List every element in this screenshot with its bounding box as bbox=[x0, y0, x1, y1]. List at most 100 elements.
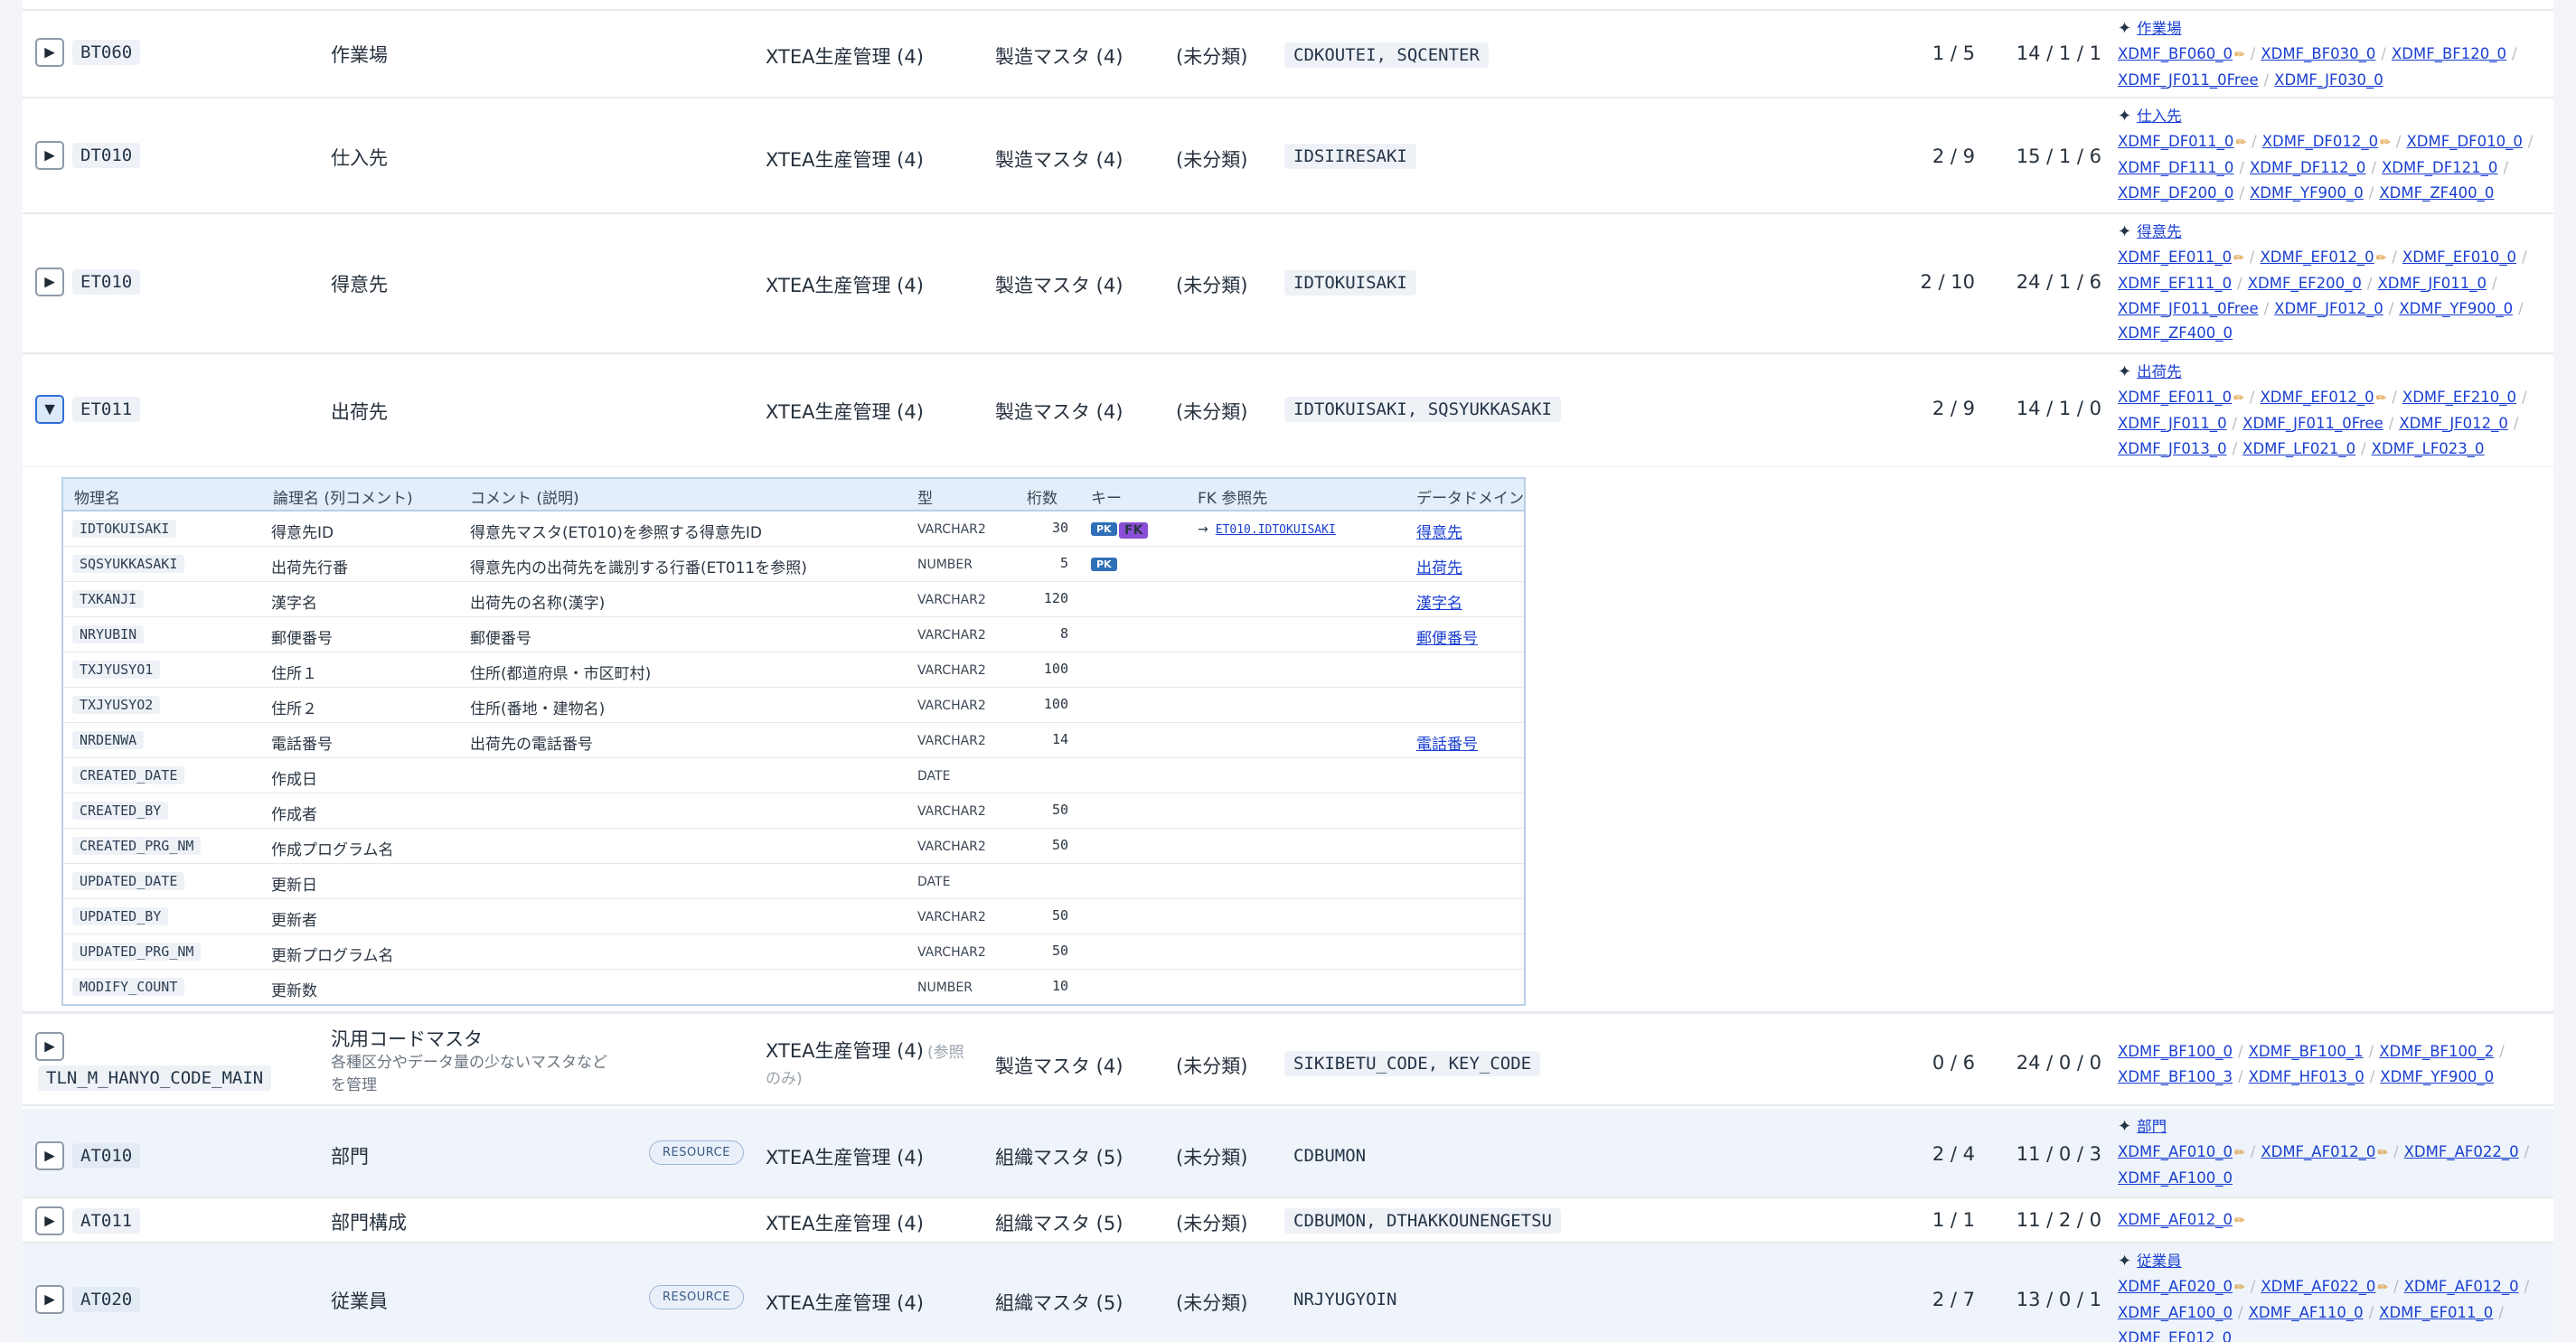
classification: (未分類) bbox=[1176, 1292, 1248, 1314]
program-link[interactable]: XDMF_DF121_0 bbox=[2382, 159, 2497, 176]
program-link[interactable]: XDMF_YF900_0 bbox=[2380, 1068, 2494, 1085]
program-link[interactable]: XDMF_JF011_0 bbox=[2118, 415, 2227, 432]
table-description: 各種区分やデータ量の少ないマスタなど bbox=[331, 1054, 607, 1072]
program-link[interactable]: XDMF_BF060_0 bbox=[2118, 45, 2233, 62]
table-row[interactable]: ▶ ET010 得意先 XTEA生産管理 (4) 製造マスタ (4) (未分類)… bbox=[23, 214, 2553, 354]
pk-badge: PK bbox=[1091, 522, 1117, 536]
program-link[interactable]: XDMF_LF021_0 bbox=[2242, 440, 2355, 457]
table-code[interactable]: ET011 bbox=[72, 397, 141, 422]
domain-link[interactable]: 得意先 bbox=[1416, 520, 1462, 542]
table-code[interactable]: AT010 bbox=[72, 1143, 141, 1168]
program-link[interactable]: XDMF_JF011_0Free bbox=[2118, 300, 2259, 317]
expand-button[interactable]: ▶ bbox=[35, 1206, 64, 1235]
length: 10 bbox=[1051, 978, 1068, 994]
title-link[interactable]: 作業場 bbox=[2137, 20, 2182, 37]
program-link[interactable]: XDMF_JF013_0 bbox=[2118, 440, 2227, 457]
program-link[interactable]: XDMF_AF012_0 bbox=[2118, 1211, 2233, 1228]
program-link[interactable]: XDMF_EF011_0 bbox=[2379, 1304, 2493, 1321]
program-link[interactable]: XDMF_AF012_0 bbox=[2404, 1278, 2519, 1295]
program-link[interactable]: XDMF_BF120_0 bbox=[2392, 45, 2506, 62]
column-row: UPDATED_BY 更新者 VARCHAR2 50 bbox=[63, 899, 1524, 934]
table-code[interactable]: TLN_M_HANYO_CODE_MAIN bbox=[38, 1065, 272, 1091]
program-link[interactable]: XDMF_BF100_2 bbox=[2379, 1043, 2494, 1060]
program-link[interactable]: XDMF_AF010_0 bbox=[2118, 1143, 2233, 1160]
program-link[interactable]: XDMF_EF010_0 bbox=[2402, 249, 2516, 266]
program-link[interactable]: XDMF_DF011_0 bbox=[2118, 133, 2233, 150]
table-code[interactable]: BT060 bbox=[72, 40, 141, 65]
program-link[interactable]: XDMF_JF012_0 bbox=[2399, 415, 2508, 432]
program-link[interactable]: XDMF_BF030_0 bbox=[2261, 45, 2375, 62]
play-triangle-icon: ▶ bbox=[44, 1212, 55, 1229]
program-link[interactable]: XDMF_HF013_0 bbox=[2249, 1068, 2364, 1085]
table-code[interactable]: ET010 bbox=[72, 269, 141, 295]
table-row[interactable]: ▶ AT011 部門構成 XTEA生産管理 (4) 組織マスタ (5) (未分類… bbox=[23, 1198, 2553, 1243]
expand-button[interactable]: ▶ bbox=[35, 38, 64, 67]
program-link[interactable]: XDMF_DF012_0 bbox=[2262, 133, 2378, 150]
primary-keys: NRJYUGYOIN bbox=[1293, 1290, 1397, 1309]
program-link[interactable]: XDMF_EF012_0 bbox=[2260, 389, 2374, 406]
data-type: VARCHAR2 bbox=[917, 628, 986, 643]
table-row[interactable]: ▶ BT060 作業場 XTEA生産管理 (4) 製造マスタ (4) (未分類)… bbox=[23, 11, 2553, 99]
length: 14 bbox=[1051, 731, 1068, 747]
program-link[interactable]: XDMF_EF012_0 bbox=[2260, 249, 2374, 266]
category-name: 組織マスタ (5) bbox=[995, 1147, 1123, 1168]
program-link[interactable]: XDMF_AF020_0 bbox=[2118, 1278, 2233, 1295]
program-link[interactable]: XDMF_JF012_0 bbox=[2274, 300, 2383, 317]
table-row[interactable]: ▶ TLN_M_HANYO_CODE_MAIN 汎用コードマスタ 各種区分やデー… bbox=[23, 1011, 2553, 1106]
program-link[interactable]: XDMF_AF012_0 bbox=[2261, 1143, 2375, 1160]
header-logical: 論理名 (列コメント) bbox=[273, 490, 413, 508]
program-link[interactable]: XDMF_BF100_1 bbox=[2249, 1043, 2364, 1060]
program-link[interactable]: XDMF_ZF400_0 bbox=[2379, 184, 2494, 202]
domain-link[interactable]: 出荷先 bbox=[1416, 555, 1462, 577]
expand-button[interactable]: ▶ bbox=[35, 1285, 64, 1314]
title-link[interactable]: 得意先 bbox=[2137, 223, 2182, 240]
program-link[interactable]: XDMF_JF011_0 bbox=[2377, 275, 2487, 292]
program-link[interactable]: XDMF_AF022_0 bbox=[2404, 1143, 2519, 1160]
fk-link[interactable]: ET010.IDTOKUISAKI bbox=[1216, 523, 1336, 537]
title-link[interactable]: 部門 bbox=[2137, 1118, 2167, 1135]
program-link[interactable]: XDMF_DF010_0 bbox=[2406, 133, 2522, 150]
expand-button[interactable]: ▶ bbox=[35, 267, 64, 296]
expand-button[interactable]: ▶ bbox=[35, 1141, 64, 1170]
program-link[interactable]: XDMF_EF111_0 bbox=[2118, 275, 2232, 292]
expand-button[interactable]: ▶ bbox=[35, 1032, 64, 1061]
table-row[interactable]: ▶ AT010 部門 RESOURCE XTEA生産管理 (4) 組織マスタ (… bbox=[23, 1109, 2553, 1198]
program-link[interactable]: XDMF_DF111_0 bbox=[2118, 159, 2233, 176]
program-link[interactable]: XDMF_JF011_0Free bbox=[2242, 415, 2383, 432]
program-link[interactable]: XDMF_AF100_0 bbox=[2118, 1169, 2233, 1187]
domain-link[interactable]: 漢字名 bbox=[1416, 590, 1462, 613]
domain-link[interactable]: 郵便番号 bbox=[1416, 625, 1478, 648]
title-link[interactable]: 従業員 bbox=[2137, 1253, 2182, 1270]
program-link[interactable]: XDMF_EF200_0 bbox=[2248, 275, 2362, 292]
program-link[interactable]: XDMF_YF900_0 bbox=[2250, 184, 2364, 202]
program-link[interactable]: XDMF_AF022_0 bbox=[2261, 1278, 2375, 1295]
program-link[interactable]: XDMF_LF023_0 bbox=[2372, 440, 2485, 457]
program-link[interactable]: XDMF_AF100_0 bbox=[2118, 1304, 2233, 1321]
program-link[interactable]: XDMF_BF100_0 bbox=[2118, 1043, 2233, 1060]
program-link[interactable]: XDMF_EF011_0 bbox=[2118, 249, 2232, 266]
system-name: XTEA生産管理 (4) bbox=[766, 275, 924, 296]
collapse-button[interactable]: ▼ bbox=[35, 395, 64, 424]
domain-link[interactable]: 電話番号 bbox=[1416, 731, 1478, 754]
program-link[interactable]: XDMF_EF011_0 bbox=[2118, 389, 2232, 406]
table-row-expanded[interactable]: ▼ ET011 出荷先 XTEA生産管理 (4) 製造マスタ (4) (未分類)… bbox=[23, 354, 2553, 467]
table-row[interactable]: ▶ DT010 仕入先 XTEA生産管理 (4) 製造マスタ (4) (未分類)… bbox=[23, 99, 2553, 214]
title-link[interactable]: 出荷先 bbox=[2137, 363, 2182, 380]
program-link[interactable]: XDMF_EF012_0 bbox=[2118, 1329, 2232, 1342]
program-link[interactable]: XDMF_AF110_0 bbox=[2249, 1304, 2364, 1321]
table-code[interactable]: DT010 bbox=[72, 143, 141, 168]
program-link[interactable]: XDMF_DF200_0 bbox=[2118, 184, 2233, 202]
program-link[interactable]: XDMF_YF900_0 bbox=[2399, 300, 2513, 317]
program-link[interactable]: XDMF_EF210_0 bbox=[2402, 389, 2516, 406]
table-code[interactable]: AT020 bbox=[72, 1287, 141, 1312]
program-link[interactable]: XDMF_JF011_0Free bbox=[2118, 71, 2259, 89]
program-link[interactable]: XDMF_BF100_3 bbox=[2118, 1068, 2233, 1085]
title-link[interactable]: 仕入先 bbox=[2137, 108, 2182, 125]
program-link[interactable]: XDMF_ZF400_0 bbox=[2118, 324, 2233, 342]
length: 50 bbox=[1051, 802, 1068, 818]
table-row[interactable]: ▶ AT020 従業員 RESOURCE XTEA生産管理 (4) 組織マスタ … bbox=[23, 1243, 2553, 1342]
program-link[interactable]: XDMF_JF030_0 bbox=[2274, 71, 2383, 89]
program-link[interactable]: XDMF_DF112_0 bbox=[2250, 159, 2365, 176]
table-code[interactable]: AT011 bbox=[72, 1208, 141, 1234]
expand-button[interactable]: ▶ bbox=[35, 141, 64, 170]
